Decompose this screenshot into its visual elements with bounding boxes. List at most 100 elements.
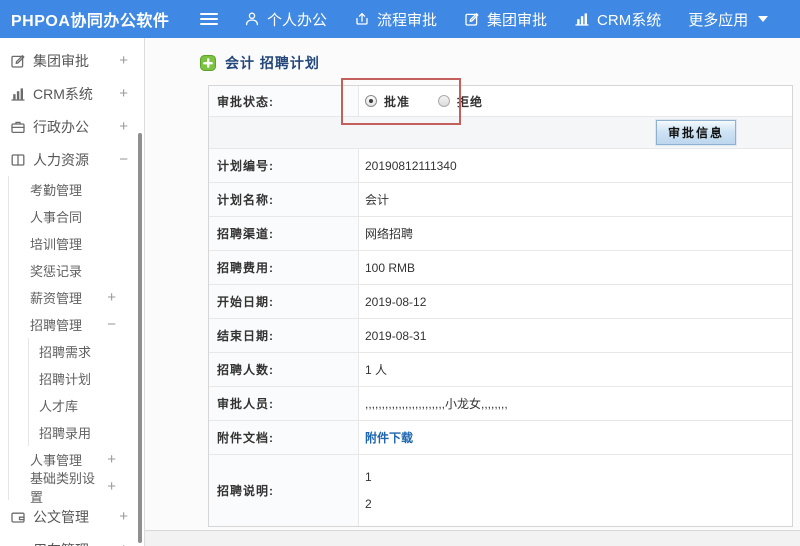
sidebar-item-4[interactable]: 人力资源 − bbox=[0, 143, 144, 176]
expand-plus-icon[interactable]: + bbox=[107, 478, 116, 495]
nav-item-label: 流程审批 bbox=[377, 11, 438, 29]
attachment-download-link[interactable]: 附件下载 bbox=[365, 429, 413, 446]
expand-plus-icon[interactable]: + bbox=[119, 118, 128, 135]
sidebar-item-16[interactable]: 基础类别设置 + bbox=[0, 471, 144, 505]
radio-unselected[interactable] bbox=[438, 95, 451, 107]
sidebar-item-label: 人力资源 bbox=[33, 151, 89, 168]
nav-item-4[interactable]: CRM系统 bbox=[574, 9, 661, 30]
sidebar-item-label: 用车管理 bbox=[33, 540, 89, 546]
sidebar-item-12[interactable]: 招聘计划 bbox=[0, 365, 144, 392]
sidebar-item-8[interactable]: 奖惩记录 bbox=[0, 257, 144, 284]
sidebar-item-17[interactable]: 公文管理 + bbox=[0, 500, 144, 533]
field-row: 招聘渠道: 网络招聘 bbox=[209, 216, 792, 250]
expand-plus-icon[interactable]: + bbox=[119, 85, 128, 102]
bar-chart-icon bbox=[10, 86, 26, 102]
top-nav: 个人办公 流程审批 集团审批 CRM系统 更多应用 bbox=[244, 9, 795, 30]
sidebar-item-6[interactable]: 人事合同 bbox=[0, 203, 144, 230]
nav-item-3[interactable]: 集团审批 bbox=[464, 9, 547, 30]
expand-plus-icon[interactable]: + bbox=[107, 451, 116, 468]
field-value: 2019-08-12 bbox=[358, 285, 792, 318]
field-label: 审批人员: bbox=[209, 387, 358, 420]
flow-upload-icon bbox=[354, 11, 370, 27]
collapse-minus-icon[interactable]: − bbox=[107, 316, 116, 333]
sidebar-item-label: 人才库 bbox=[39, 399, 79, 414]
app-logo: PHPOA协同办公软件 bbox=[11, 13, 170, 30]
nav-item-label: CRM系统 bbox=[597, 11, 662, 29]
sidebar-item-label: 招聘计划 bbox=[39, 372, 92, 387]
field-label: 结束日期: bbox=[209, 319, 358, 352]
status-label: 审批状态: bbox=[209, 86, 358, 116]
field-value: 网络招聘 bbox=[358, 217, 792, 250]
sidebar-item-18[interactable]: 用车管理 + bbox=[0, 533, 144, 546]
sidebar-item-label: 招聘需求 bbox=[39, 345, 92, 360]
sidebar-item-13[interactable]: 人才库 bbox=[0, 392, 144, 419]
sidebar-item-3[interactable]: 行政办公 + bbox=[0, 110, 144, 143]
field-value-line: 2 bbox=[365, 497, 372, 511]
radio-selected[interactable] bbox=[365, 95, 377, 107]
nav-item-label: 集团审批 bbox=[487, 11, 548, 29]
field-value: 2019-08-31 bbox=[358, 319, 792, 352]
sidebar-item-2[interactable]: CRM系统 + bbox=[0, 77, 144, 110]
sidebar-item-1[interactable]: 集团审批 + bbox=[0, 44, 144, 77]
menu-toggle-icon[interactable] bbox=[200, 10, 218, 28]
sidebar-item-label: 奖惩记录 bbox=[30, 264, 83, 279]
field-row: 计划编号: 20190812111340 bbox=[209, 148, 792, 182]
field-row: 计划名称: 会计 bbox=[209, 182, 792, 216]
detail-form: 审批状态: 批准 拒绝 审批信息 计划编号: 20190812111340 计划名称: 会计招… bbox=[208, 78, 793, 527]
field-label: 招聘费用: bbox=[209, 251, 358, 284]
caret-down-icon bbox=[758, 16, 769, 22]
sidebar-item-label: 行政办公 bbox=[33, 118, 89, 135]
field-row: 招聘说明: 1 2 bbox=[209, 454, 792, 526]
field-label: 计划名称: bbox=[209, 183, 358, 216]
edit-icon bbox=[464, 11, 480, 27]
field-value: 会计 bbox=[358, 183, 792, 216]
toolbar-row: 审批信息 bbox=[209, 116, 792, 148]
expand-plus-icon[interactable]: + bbox=[119, 508, 128, 525]
bar-chart-icon bbox=[574, 11, 590, 27]
field-label: 招聘说明: bbox=[209, 455, 358, 526]
expand-plus-icon[interactable]: + bbox=[119, 52, 128, 69]
sidebar-item-label: 集团审批 bbox=[33, 52, 89, 69]
field-row: 开始日期: 2019-08-12 bbox=[209, 284, 792, 318]
field-value: 1 人 bbox=[358, 353, 792, 386]
field-value: 100 RMB bbox=[358, 251, 792, 284]
status-options: 批准 拒绝 bbox=[358, 86, 792, 116]
radio-option-label[interactable]: 拒绝 bbox=[457, 93, 483, 110]
expand-plus-icon[interactable]: + bbox=[107, 289, 116, 306]
collapse-minus-icon[interactable]: − bbox=[119, 151, 128, 168]
user-icon bbox=[244, 11, 260, 27]
sidebar-item-label: 薪资管理 bbox=[30, 291, 83, 306]
field-value: 12 bbox=[358, 455, 792, 526]
nav-item-label: 更多应用 bbox=[688, 11, 749, 29]
footer-strip bbox=[145, 530, 800, 546]
field-value: ,,,,,,,,,,,,,,,,,,,,,,,,小龙女,,,,,,,, bbox=[358, 387, 792, 420]
sidebar: 集团审批 + CRM系统 + 行政办公 + 人力资源 − 考勤管理 人事合同 培训管理奖惩记录薪资管… bbox=[0, 38, 145, 546]
nav-item-label: 个人办公 bbox=[267, 11, 328, 29]
approve-info-button[interactable]: 审批信息 bbox=[655, 120, 736, 145]
radio-option-label[interactable]: 批准 bbox=[384, 93, 410, 110]
sidebar-item-14[interactable]: 招聘录用 bbox=[0, 419, 144, 446]
status-row: 审批状态: 批准 拒绝 bbox=[209, 86, 792, 116]
nav-item-5[interactable]: 更多应用 bbox=[688, 9, 769, 30]
field-label: 招聘人数: bbox=[209, 353, 358, 386]
expand-plus-icon[interactable]: + bbox=[119, 541, 128, 546]
sidebar-item-label: 公文管理 bbox=[33, 508, 89, 525]
sidebar-item-9[interactable]: 薪资管理 + bbox=[0, 284, 144, 311]
add-plus-icon[interactable] bbox=[200, 55, 216, 71]
wallet-icon bbox=[10, 509, 26, 525]
field-value: 20190812111340 bbox=[358, 149, 792, 182]
topbar: PHPOA协同办公软件 个人办公 流程审批 集团审批 CRM系统 更多应用 bbox=[0, 0, 800, 38]
sidebar-item-11[interactable]: 招聘需求 bbox=[0, 338, 144, 365]
sidebar-item-label: 招聘管理 bbox=[30, 318, 83, 333]
field-row: 招聘费用: 100 RMB bbox=[209, 250, 792, 284]
main-content: 会计 招聘计划 审批状态: 批准 拒绝审批信息计划编号: 20190812111340… bbox=[145, 38, 800, 546]
sidebar-item-10[interactable]: 招聘管理 − bbox=[0, 311, 144, 338]
sidebar-item-7[interactable]: 培训管理 bbox=[0, 230, 144, 257]
page-title: 会计 招聘计划 bbox=[225, 55, 320, 71]
sidebar-item-label: CRM系统 bbox=[33, 85, 93, 102]
nav-item-1[interactable]: 个人办公 bbox=[244, 9, 327, 30]
field-label: 招聘渠道: bbox=[209, 217, 358, 250]
nav-item-2[interactable]: 流程审批 bbox=[354, 9, 437, 30]
sidebar-item-5[interactable]: 考勤管理 bbox=[0, 176, 144, 203]
book-icon bbox=[10, 152, 26, 168]
